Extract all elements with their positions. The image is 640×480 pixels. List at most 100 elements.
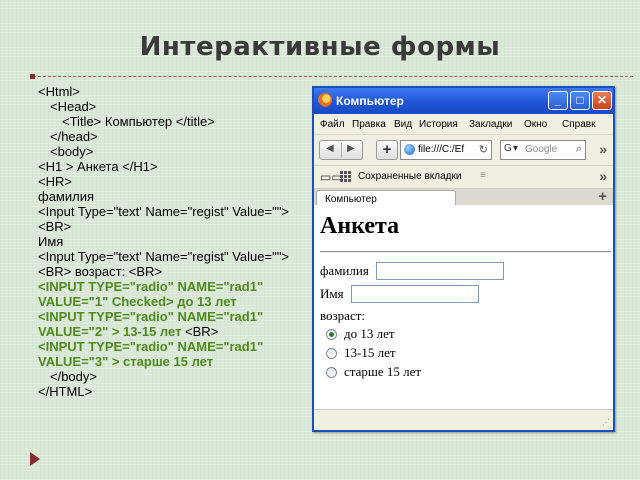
radio-over-15[interactable]	[326, 367, 337, 378]
menu-edit[interactable]: Правка	[352, 119, 386, 130]
window-title: Компьютер	[336, 94, 404, 108]
title-divider	[30, 74, 633, 79]
forward-icon[interactable]: ▶	[347, 143, 355, 154]
bookmarks-overflow-icon[interactable]: »	[599, 168, 607, 184]
menu-view[interactable]: Вид	[394, 119, 412, 130]
radio-label-13-15: 13-15 лет	[344, 345, 396, 360]
url-bar[interactable]: file:///C:/Ef ↻	[400, 140, 492, 160]
slide-arrow-icon	[30, 452, 40, 466]
page-heading: Анкета	[320, 213, 400, 239]
code-line-text: </HTML>	[38, 384, 93, 399]
code-line: VALUE="2" > 13-15 лет <BR>	[38, 324, 308, 339]
code-line-text: <INPUT TYPE="radio" NAME="rad1"	[38, 339, 264, 354]
code-line: фамилия	[38, 189, 308, 204]
code-line-text: Имя	[38, 234, 64, 249]
radio-13-15[interactable]	[326, 348, 337, 359]
code-line: VALUE="3" > старше 15 лет	[38, 354, 308, 369]
code-line-text: VALUE="2" > 13-15 лет	[38, 324, 182, 339]
html-code-listing: <Html> <Head> <Title> Компьютер </title> </…	[38, 84, 308, 399]
resize-grip-icon[interactable]: ⋰	[602, 418, 610, 427]
bookmark-menu-icon[interactable]: ≡	[480, 170, 486, 181]
name-field[interactable]	[351, 285, 479, 303]
close-button[interactable]: ✕	[592, 91, 612, 110]
code-line-text: VALUE="3" > старше 15 лет	[38, 354, 214, 369]
saved-tabs-bookmark[interactable]: Сохраненные вкладки	[358, 171, 461, 182]
menu-help[interactable]: Справк	[562, 119, 595, 130]
code-line: VALUE="1" Checked> до 13 лет	[38, 294, 308, 309]
menu-bar: Файл Правка Вид История Закладки Окно Сп…	[314, 114, 613, 135]
code-line: <H1 > Анкета </H1>	[38, 159, 308, 174]
radio-label-under-13: до 13 лет	[344, 326, 395, 341]
age-label: возраст:	[320, 308, 366, 323]
code-line: </body>	[50, 369, 308, 384]
code-line: <HR>	[38, 174, 308, 189]
code-line-text: <body>	[50, 144, 94, 159]
code-line: <Input Type="text' Name="regist" Value="…	[38, 204, 308, 219]
back-forward-group: ◀ ▶	[319, 140, 363, 160]
code-line-text: <Input Type="text' Name="regist" Value="…	[38, 249, 289, 264]
title-bar[interactable]: Компьютер _ □ ✕	[314, 88, 613, 114]
code-line-text: <Input Type="text' Name="regist" Value="…	[38, 204, 289, 219]
radio-under-13[interactable]	[326, 329, 337, 340]
code-line-text: <H1 > Анкета </H1>	[38, 159, 158, 174]
code-line-text: <INPUT TYPE="radio" NAME="rad1"	[38, 309, 264, 324]
browser-window: Компьютер _ □ ✕ Файл Правка Вид История …	[312, 86, 615, 432]
code-line-text: </body>	[50, 369, 97, 384]
code-line: <INPUT TYPE="radio" NAME="rad1"	[38, 279, 308, 294]
url-text: file:///C:/Ef	[418, 144, 465, 155]
code-line: <Html>	[38, 84, 308, 99]
toolbar-overflow-icon[interactable]: »	[599, 141, 607, 157]
globe-icon	[404, 144, 415, 155]
search-placeholder: Google	[525, 144, 558, 155]
code-line: <Head>	[50, 99, 308, 114]
code-line: <body>	[50, 144, 308, 159]
search-icon[interactable]: ⌕	[576, 143, 582, 156]
surname-field[interactable]	[376, 262, 504, 280]
divider-bullet	[30, 74, 35, 79]
surname-label: фамилия	[320, 263, 369, 278]
add-tab-icon[interactable]: +	[598, 188, 607, 205]
code-line-text: VALUE="1" Checked> до 13 лет	[38, 294, 237, 309]
code-line-text: <BR>	[38, 219, 72, 234]
maximize-button[interactable]: □	[570, 91, 590, 110]
code-line-text: <INPUT TYPE="radio" NAME="rad1"	[38, 279, 264, 294]
code-line: </head>	[50, 129, 308, 144]
radio-label-over-15: старше 15 лет	[344, 364, 422, 379]
code-line-suffix: <BR>	[181, 324, 219, 339]
menu-bookmarks[interactable]: Закладки	[469, 119, 512, 130]
code-line: </HTML>	[38, 384, 308, 399]
code-line-text: <Html>	[38, 84, 80, 99]
chevron-down-icon: ▾	[513, 143, 519, 154]
code-line: <BR> возраст: <BR>	[38, 264, 308, 279]
navigation-toolbar: ◀ ▶ + file:///C:/Ef ↻ G ▾ Google ⌕ »	[314, 135, 613, 166]
menu-file[interactable]: Файл	[320, 119, 345, 130]
code-line-text: <Title> Компьютер </title>	[62, 114, 215, 129]
reload-icon[interactable]: ↻	[479, 143, 488, 156]
back-icon[interactable]: ◀	[326, 143, 334, 154]
status-bar: ⋰	[314, 409, 613, 430]
firefox-icon	[318, 93, 332, 107]
code-line: Имя	[38, 234, 308, 249]
horizontal-rule	[320, 251, 611, 253]
code-line: <BR>	[38, 219, 308, 234]
grid-icon[interactable]	[340, 171, 352, 183]
code-line-text: </head>	[50, 129, 98, 144]
search-input[interactable]: G ▾ Google ⌕	[500, 140, 586, 160]
minimize-button[interactable]: _	[548, 91, 568, 110]
code-line: <Input Type="text' Name="regist" Value="…	[38, 249, 308, 264]
page-content: Анкета фамилия Имя возраст: до 13 лет 13…	[314, 205, 613, 410]
name-label: Имя	[320, 286, 344, 301]
code-line: <INPUT TYPE="radio" NAME="rad1"	[38, 309, 308, 324]
code-line-text: фамилия	[38, 189, 95, 204]
slide-title: Интерактивные формы	[139, 32, 501, 62]
code-line-text: <BR> возраст: <BR>	[38, 264, 163, 279]
menu-history[interactable]: История	[419, 119, 458, 130]
code-line: <Title> Компьютер </title>	[62, 114, 308, 129]
code-line-text: <HR>	[38, 174, 72, 189]
new-tab-button[interactable]: +	[376, 140, 398, 160]
code-line: <INPUT TYPE="radio" NAME="rad1"	[38, 339, 308, 354]
google-icon[interactable]: G	[504, 143, 512, 154]
menu-window[interactable]: Окно	[524, 119, 547, 130]
code-line-text: <Head>	[50, 99, 97, 114]
tab-label: Компьютер	[325, 194, 377, 205]
